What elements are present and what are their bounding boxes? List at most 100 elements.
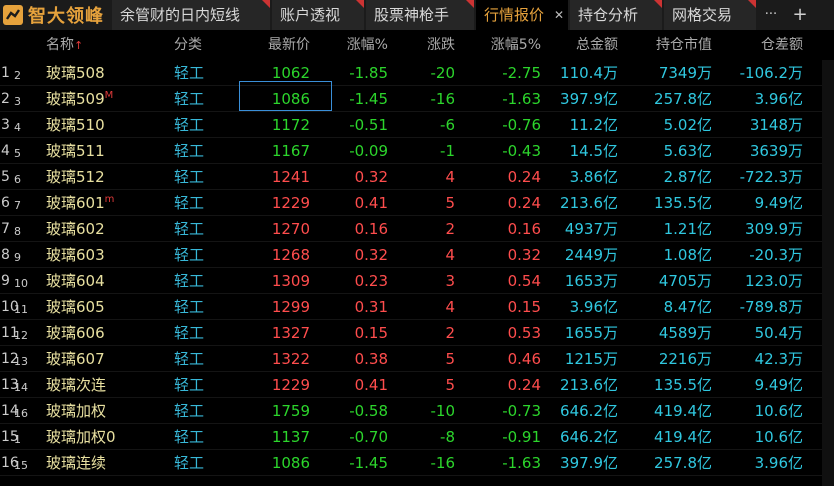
change-pct-cell: -0.51	[349, 116, 388, 134]
latest-price-cell: 1229	[271, 194, 310, 212]
column-header-change-pct[interactable]: 涨幅%	[320, 30, 388, 60]
table-row[interactable]: 15 1 玻璃加权0 轻工 1137 -0.70 -8 -0.91 646.2亿 419.4亿 10…	[0, 424, 834, 450]
change-pct-5-cell: 0.53	[507, 324, 541, 342]
contract-name-text: 玻璃604	[46, 272, 105, 290]
plus-icon[interactable]: +	[786, 0, 814, 30]
table-row[interactable]: 9 10 玻璃604 轻工 1309 0.23 3 0.54 1653万 4705万 123.0万	[0, 268, 834, 294]
contract-name-text: 玻璃603	[46, 246, 105, 264]
contract-name: 玻璃605	[46, 294, 176, 320]
column-header-holding-value[interactable]: 持仓市值	[630, 30, 712, 60]
contract-name: 玻璃加权0	[46, 424, 176, 450]
table-row[interactable]: 11 12 玻璃606 轻工 1327 0.15 2 0.53 1655万 4589万 50.4万	[0, 320, 834, 346]
scrollbar[interactable]	[822, 60, 834, 486]
position-diff-cell: 3.96亿	[754, 90, 803, 108]
contract-name: 玻璃603	[46, 242, 176, 268]
column-header-amount[interactable]: 总金额	[548, 30, 618, 60]
tab-label: 股票神枪手	[374, 6, 450, 24]
contract-name-text: 玻璃601	[46, 194, 105, 212]
tab-intraday[interactable]: 余管财的日内短线	[112, 0, 270, 30]
table-row[interactable]: 3 4 玻璃510 轻工 1172 -0.51 -6 -0.76 11.2亿 5.02亿 3148万	[0, 112, 834, 138]
latest-price-cell: 1309	[271, 272, 310, 290]
sort-arrow-icon: ↑	[74, 39, 84, 52]
change-cell: -16	[430, 454, 456, 472]
table-row[interactable]: 2 3 玻璃509M 轻工 1086 -1.45 -16 -1.63 397.9亿 257.8亿 3…	[0, 86, 834, 112]
category-cell: 轻工	[174, 324, 205, 342]
holding-value-cell: 419.4亿	[654, 402, 712, 420]
change-pct-5-cell: 0.24	[507, 168, 541, 186]
latest-price-cell: 1086	[271, 454, 310, 472]
latest-price-cell: 1299	[271, 298, 310, 316]
position-diff-cell: 42.3万	[754, 350, 803, 368]
position-diff-cell: 3639万	[749, 142, 803, 160]
table-row[interactable]: 6 7 玻璃601m 轻工 1229 0.41 5 0.24 213.6亿 135.5亿 9.49亿	[0, 190, 834, 216]
contract-name-text: 玻璃508	[46, 64, 105, 82]
close-icon[interactable]: ✕	[554, 0, 564, 30]
column-header-change[interactable]: 涨跌	[400, 30, 455, 60]
table-row[interactable]: 8 9 玻璃603 轻工 1268 0.32 4 0.32 2449万 1.08亿 -20.3万	[0, 242, 834, 268]
table-row[interactable]: 12 13 玻璃607 轻工 1322 0.38 5 0.46 1215万 2216万 42.3万	[0, 346, 834, 372]
table-row[interactable]: 13 14 玻璃次连 轻工 1229 0.41 5 0.24 213.6亿 135.5亿 9.49亿	[0, 372, 834, 398]
contract-mark: M	[104, 90, 114, 101]
logo-icon	[3, 5, 23, 25]
latest-price-cell: 1327	[271, 324, 310, 342]
change-cell: 3	[445, 272, 455, 290]
contract-name: 玻璃加权	[46, 398, 176, 424]
tab-account[interactable]: 账户透视	[272, 0, 364, 30]
amount-cell: 1215万	[564, 350, 618, 368]
tab-quotes[interactable]: 行情报价 ✕	[476, 0, 568, 30]
column-header-name[interactable]: 名称↑	[46, 30, 106, 60]
tab-label: 网格交易	[672, 6, 733, 24]
contract-name-text: 玻璃606	[46, 324, 105, 342]
more-icon[interactable]: ···	[758, 0, 784, 30]
table-row[interactable]: 5 6 玻璃512 轻工 1241 0.32 4 0.24 3.86亿 2.87亿 -722.3万	[0, 164, 834, 190]
change-cell: 4	[445, 298, 455, 316]
contract-name: 玻璃606	[46, 320, 176, 346]
amount-cell: 3.96亿	[569, 298, 618, 316]
table-row[interactable]: 4 5 玻璃511 轻工 1167 -0.09 -1 -0.43 14.5亿 5.63亿 3639万	[0, 138, 834, 164]
contract-name: 玻璃607	[46, 346, 176, 372]
position-diff-cell: 3.96亿	[754, 454, 803, 472]
tab-grid-trading[interactable]: 网格交易	[664, 0, 756, 30]
holding-value-cell: 7349万	[658, 64, 712, 82]
change-pct-cell: -0.58	[349, 402, 388, 420]
table-row[interactable]: 10 11 玻璃605 轻工 1299 0.31 4 0.15 3.96亿 8.47亿 -789.8…	[0, 294, 834, 320]
change-pct-cell: 0.41	[354, 194, 388, 212]
latest-price-cell: 1167	[271, 142, 310, 160]
position-diff-cell: -106.2万	[739, 64, 803, 82]
logo-text: 智大领峰	[28, 6, 104, 27]
category-cell: 轻工	[174, 402, 205, 420]
amount-cell: 4937万	[564, 220, 618, 238]
change-cell: 5	[445, 194, 455, 212]
tab-position-analysis[interactable]: 持仓分析	[570, 0, 662, 30]
change-cell: 4	[445, 246, 455, 264]
column-header-position-diff[interactable]: 仓差额	[720, 30, 803, 60]
column-header-change-pct-5[interactable]: 涨幅5%	[470, 30, 541, 60]
tab-corner-mark	[654, 0, 662, 8]
table-row[interactable]: 7 8 玻璃602 轻工 1270 0.16 2 0.16 4937万 1.21亿 309.9万	[0, 216, 834, 242]
position-diff-cell: 9.49亿	[754, 376, 803, 394]
amount-cell: 2449万	[564, 246, 618, 264]
contract-name-text: 玻璃加权0	[46, 428, 116, 446]
amount-cell: 110.4万	[560, 64, 618, 82]
contract-name: 玻璃509M	[46, 86, 176, 112]
category-cell: 轻工	[174, 168, 205, 186]
app-logo: 智大领峰	[0, 0, 110, 30]
change-pct-cell: -0.09	[349, 142, 388, 160]
table-row[interactable]: 1 2 玻璃508 轻工 1062 -1.85 -20 -2.75 110.4万 7349万 -10…	[0, 60, 834, 86]
amount-cell: 1653万	[564, 272, 618, 290]
change-pct-cell: 0.15	[354, 324, 388, 342]
tab-sniper[interactable]: 股票神枪手	[366, 0, 474, 30]
position-diff-cell: -722.3万	[739, 168, 803, 186]
position-diff-cell: -20.3万	[749, 246, 803, 264]
column-header-latest[interactable]: 最新价	[240, 30, 310, 60]
holding-value-cell: 419.4亿	[654, 428, 712, 446]
change-pct-5-cell: 0.16	[507, 220, 541, 238]
column-header-category[interactable]: 分类	[174, 30, 224, 60]
change-cell: -1	[440, 142, 455, 160]
category-cell: 轻工	[174, 220, 205, 238]
table-row[interactable]: 14 16 玻璃加权 轻工 1759 -0.58 -10 -0.73 646.2亿 419.4亿 1…	[0, 398, 834, 424]
category-cell: 轻工	[174, 428, 205, 446]
table-row[interactable]: 16 15 玻璃连续 轻工 1086 -1.45 -16 -1.63 397.9亿 257.8亿 3…	[0, 450, 834, 476]
category-cell: 轻工	[174, 246, 205, 264]
amount-cell: 213.6亿	[560, 194, 618, 212]
